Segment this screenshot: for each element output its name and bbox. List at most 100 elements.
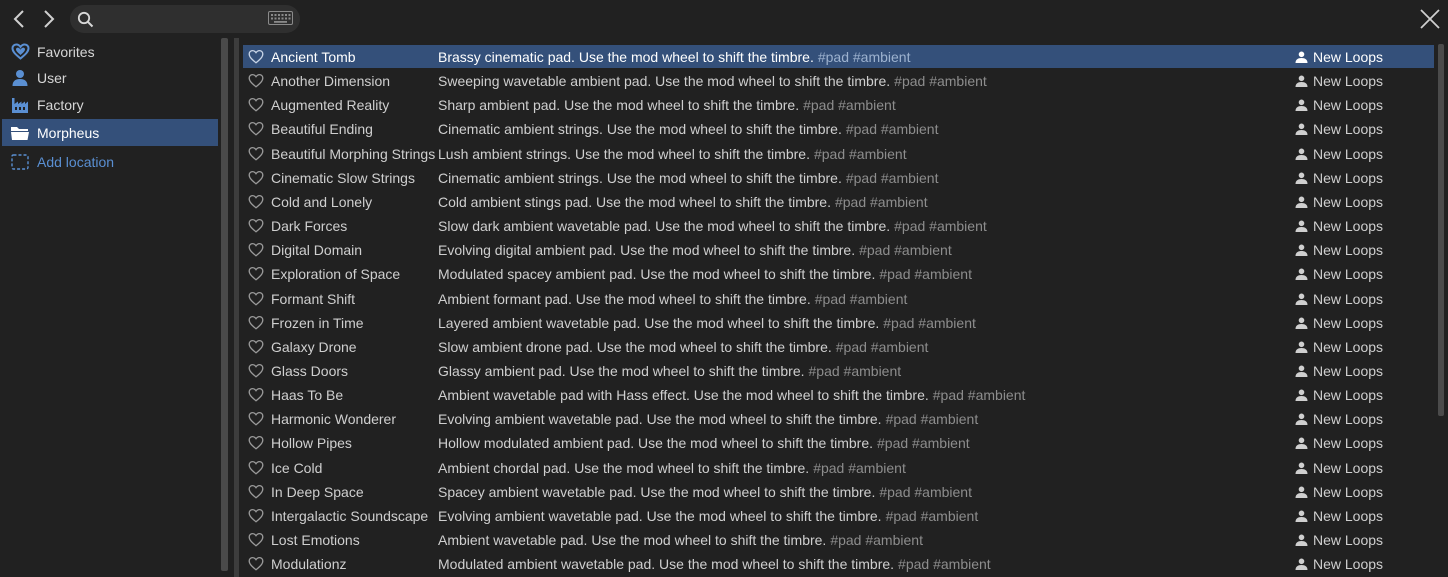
preset-author: New Loops [1295,460,1383,476]
preset-author-name: New Loops [1313,120,1384,137]
preset-row[interactable]: Dark Forces Slow dark ambient wavetable p… [243,214,1434,237]
preset-description-text: Ambient wavetable pad with Hass effect. … [438,386,929,403]
favorite-heart-icon[interactable] [248,121,264,136]
preset-row[interactable]: Another Dimension Sweeping wavetable ambi… [243,69,1434,92]
preset-row[interactable]: Frozen in Time Layered ambient wavetable … [243,311,1434,334]
preset-description: Modulated spacey ambient pad. Use the mo… [438,266,972,282]
preset-row[interactable]: Formant Shift Ambient formant pad. Use th… [243,287,1434,310]
preset-description-text: Cinematic ambient strings. Use the mod w… [438,169,842,186]
preset-tags: #pad #ambient [845,169,939,186]
preset-name: Ice Cold [271,459,323,476]
preset-name: Frozen in Time [271,314,364,331]
forward-button[interactable] [38,8,60,30]
sidebar-item-add-location[interactable]: Add location [2,148,218,175]
favorite-heart-icon[interactable] [248,73,264,88]
preset-row[interactable]: Ancient Tomb Brassy cinematic pad. Use th… [243,45,1434,68]
preset-row[interactable]: Lost Emotions Ambient wavetable pad. Use … [243,528,1434,551]
favorite-heart-icon[interactable] [248,484,264,499]
sidebar-scrollbar[interactable] [221,38,228,571]
favorite-heart-icon[interactable] [248,532,264,547]
favorite-heart-icon[interactable] [248,411,264,426]
preset-name: Lost Emotions [271,531,360,548]
preset-author: New Loops [1295,387,1383,403]
preset-author-name: New Loops [1313,241,1384,258]
close-icon[interactable] [1419,8,1441,30]
favorite-heart-icon[interactable] [248,339,264,354]
favorite-heart-icon[interactable] [248,49,264,64]
preset-tags: #pad #ambient [813,459,906,476]
heart-icon [5,43,35,60]
user-icon [1295,462,1308,474]
favorite-heart-icon[interactable] [248,266,264,281]
preset-author-name: New Loops [1313,72,1384,89]
sidebar-item-user[interactable]: User [2,64,218,91]
preset-author-name: New Loops [1313,555,1384,572]
chevron-left-icon [13,10,24,28]
preset-row[interactable]: Cold and Lonely Cold ambient stings pad. … [243,190,1434,213]
favorite-heart-icon[interactable] [248,218,264,233]
preset-row[interactable]: Modulationz Modulated ambient wavetable p… [243,552,1434,575]
sidebar-item-label: Add location [37,153,115,170]
favorite-heart-icon[interactable] [248,387,264,402]
preset-row[interactable]: Digital Domain Evolving digital ambient p… [243,238,1434,261]
preset-row[interactable]: Ice Cold Ambient chordal pad. Use the mod… [243,456,1434,479]
preset-description: Evolving ambient wavetable pad. Use the … [438,508,978,524]
sidebar-item-favorites[interactable]: Favorites [2,38,218,65]
preset-tags: #pad #ambient [859,241,952,258]
preset-row[interactable]: Galaxy Drone Slow ambient drone pad. Use … [243,335,1434,358]
keyboard-icon[interactable] [268,11,293,25]
preset-author-name: New Loops [1313,314,1384,331]
preset-author-name: New Loops [1313,362,1384,379]
back-button[interactable] [8,8,30,30]
search-box[interactable] [70,5,300,33]
preset-description: Lush ambient strings. Use the mod wheel … [438,146,907,162]
preset-row[interactable]: Cinematic Slow Strings Cinematic ambient … [243,166,1434,189]
preset-tags: #pad #ambient [879,265,972,282]
preset-tags: #pad #ambient [877,434,970,451]
preset-row[interactable]: Exploration of Space Modulated spacey amb… [243,262,1434,285]
favorite-heart-icon[interactable] [248,97,264,112]
favorite-heart-icon[interactable] [248,242,264,257]
preset-row[interactable]: Augmented Reality Sharp ambient pad. Use … [243,93,1434,116]
preset-row[interactable]: Beautiful Ending Cinematic ambient string… [243,117,1434,140]
preset-description: Ambient wavetable pad with Hass effect. … [438,387,1025,403]
favorite-heart-icon[interactable] [248,170,264,185]
preset-author: New Loops [1295,363,1383,379]
user-icon [1295,123,1308,135]
preset-row[interactable]: Hollow Pipes Hollow modulated ambient pad… [243,431,1434,454]
favorite-heart-icon[interactable] [248,460,264,475]
user-icon [1295,148,1308,160]
preset-tags: #pad #ambient [885,410,979,427]
sidebar-item-label: Morpheus [37,124,100,141]
favorite-heart-icon[interactable] [248,291,264,306]
sidebar-item-morpheus[interactable]: Morpheus [2,119,218,146]
preset-name: Beautiful Morphing Strings [271,145,436,162]
preset-tags: #pad #ambient [813,145,907,162]
favorite-heart-icon[interactable] [248,556,264,571]
preset-row[interactable]: Harmonic Wonderer Evolving ambient waveta… [243,407,1434,430]
preset-row[interactable]: In Deep Space Spacey ambient wavetable pa… [243,480,1434,503]
add-location-icon [5,153,35,170]
search-input[interactable] [100,9,260,29]
preset-name: Glass Doors [271,362,349,379]
list-divider [234,38,239,577]
preset-author-name: New Loops [1313,217,1384,234]
preset-row[interactable]: Intergalactic Soundscape Evolving ambient… [243,504,1434,527]
preset-description: Ambient formant pad. Use the mod wheel t… [438,291,907,307]
favorite-heart-icon[interactable] [248,146,264,161]
preset-list-scrollbar[interactable] [1438,44,1444,416]
sidebar-item-factory[interactable]: Factory [2,91,218,118]
preset-tags: #pad #ambient [894,217,987,234]
favorite-heart-icon[interactable] [248,363,264,378]
preset-name: Dark Forces [271,217,348,234]
favorite-heart-icon[interactable] [248,435,264,450]
preset-row[interactable]: Haas To Be Ambient wavetable pad with Has… [243,383,1434,406]
preset-row[interactable]: Beautiful Morphing Strings Lush ambient s… [243,142,1434,165]
favorite-heart-icon[interactable] [248,194,264,209]
preset-description-text: Ambient wavetable pad. Use the mod wheel… [438,531,827,548]
preset-row[interactable]: Glass Doors Glassy ambient pad. Use the m… [243,359,1434,382]
favorite-heart-icon[interactable] [248,315,264,330]
search-icon [77,11,94,28]
favorite-heart-icon[interactable] [248,508,264,523]
preset-name: Galaxy Drone [271,338,357,355]
